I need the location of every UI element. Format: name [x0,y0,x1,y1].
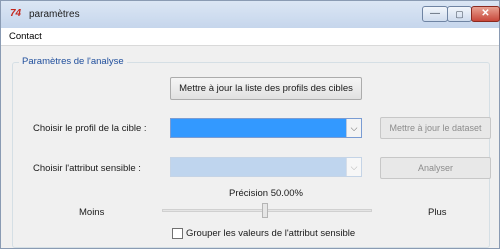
chevron-down-icon[interactable]: ⌵ [346,158,361,176]
analyze-button[interactable]: Analyser [380,157,491,179]
profile-combobox[interactable]: ⌵ [170,118,362,138]
close-icon: ✕ [481,8,490,19]
app-icon: 74 [10,8,22,19]
update-profiles-button[interactable]: Mettre à jour la liste des profils des c… [170,77,362,100]
attribute-label: Choisir l'attribut sensible : [33,163,141,174]
profile-label: Choisir le profil de la cible : [33,123,147,134]
minimize-button[interactable]: — [422,6,448,22]
menu-bar: Contact [1,28,499,46]
maximize-icon: ▢ [455,9,464,19]
group-values-checkbox[interactable] [172,228,183,239]
slider-max-label: Plus [428,207,447,218]
chevron-down-icon[interactable]: ⌵ [346,119,361,137]
attribute-combobox[interactable]: ⌵ [170,157,362,177]
slider-min-label: Moins [79,207,105,218]
maximize-button[interactable]: ▢ [447,6,472,22]
update-dataset-button[interactable]: Mettre à jour le dataset [380,117,491,139]
minimize-icon: — [430,8,440,19]
precision-label: Précision 50.00% [229,188,303,199]
close-button[interactable]: ✕ [471,6,500,22]
window-title: paramètres [29,9,80,20]
precision-slider-thumb[interactable] [262,203,268,218]
group-values-label: Grouper les valeurs de l'attribut sensib… [186,228,356,239]
menu-item-contact[interactable]: Contact [9,31,42,42]
analysis-group-title: Paramètres de l'analyse [19,56,127,67]
title-bar[interactable]: 74 paramètres — ▢ ✕ [1,1,500,29]
